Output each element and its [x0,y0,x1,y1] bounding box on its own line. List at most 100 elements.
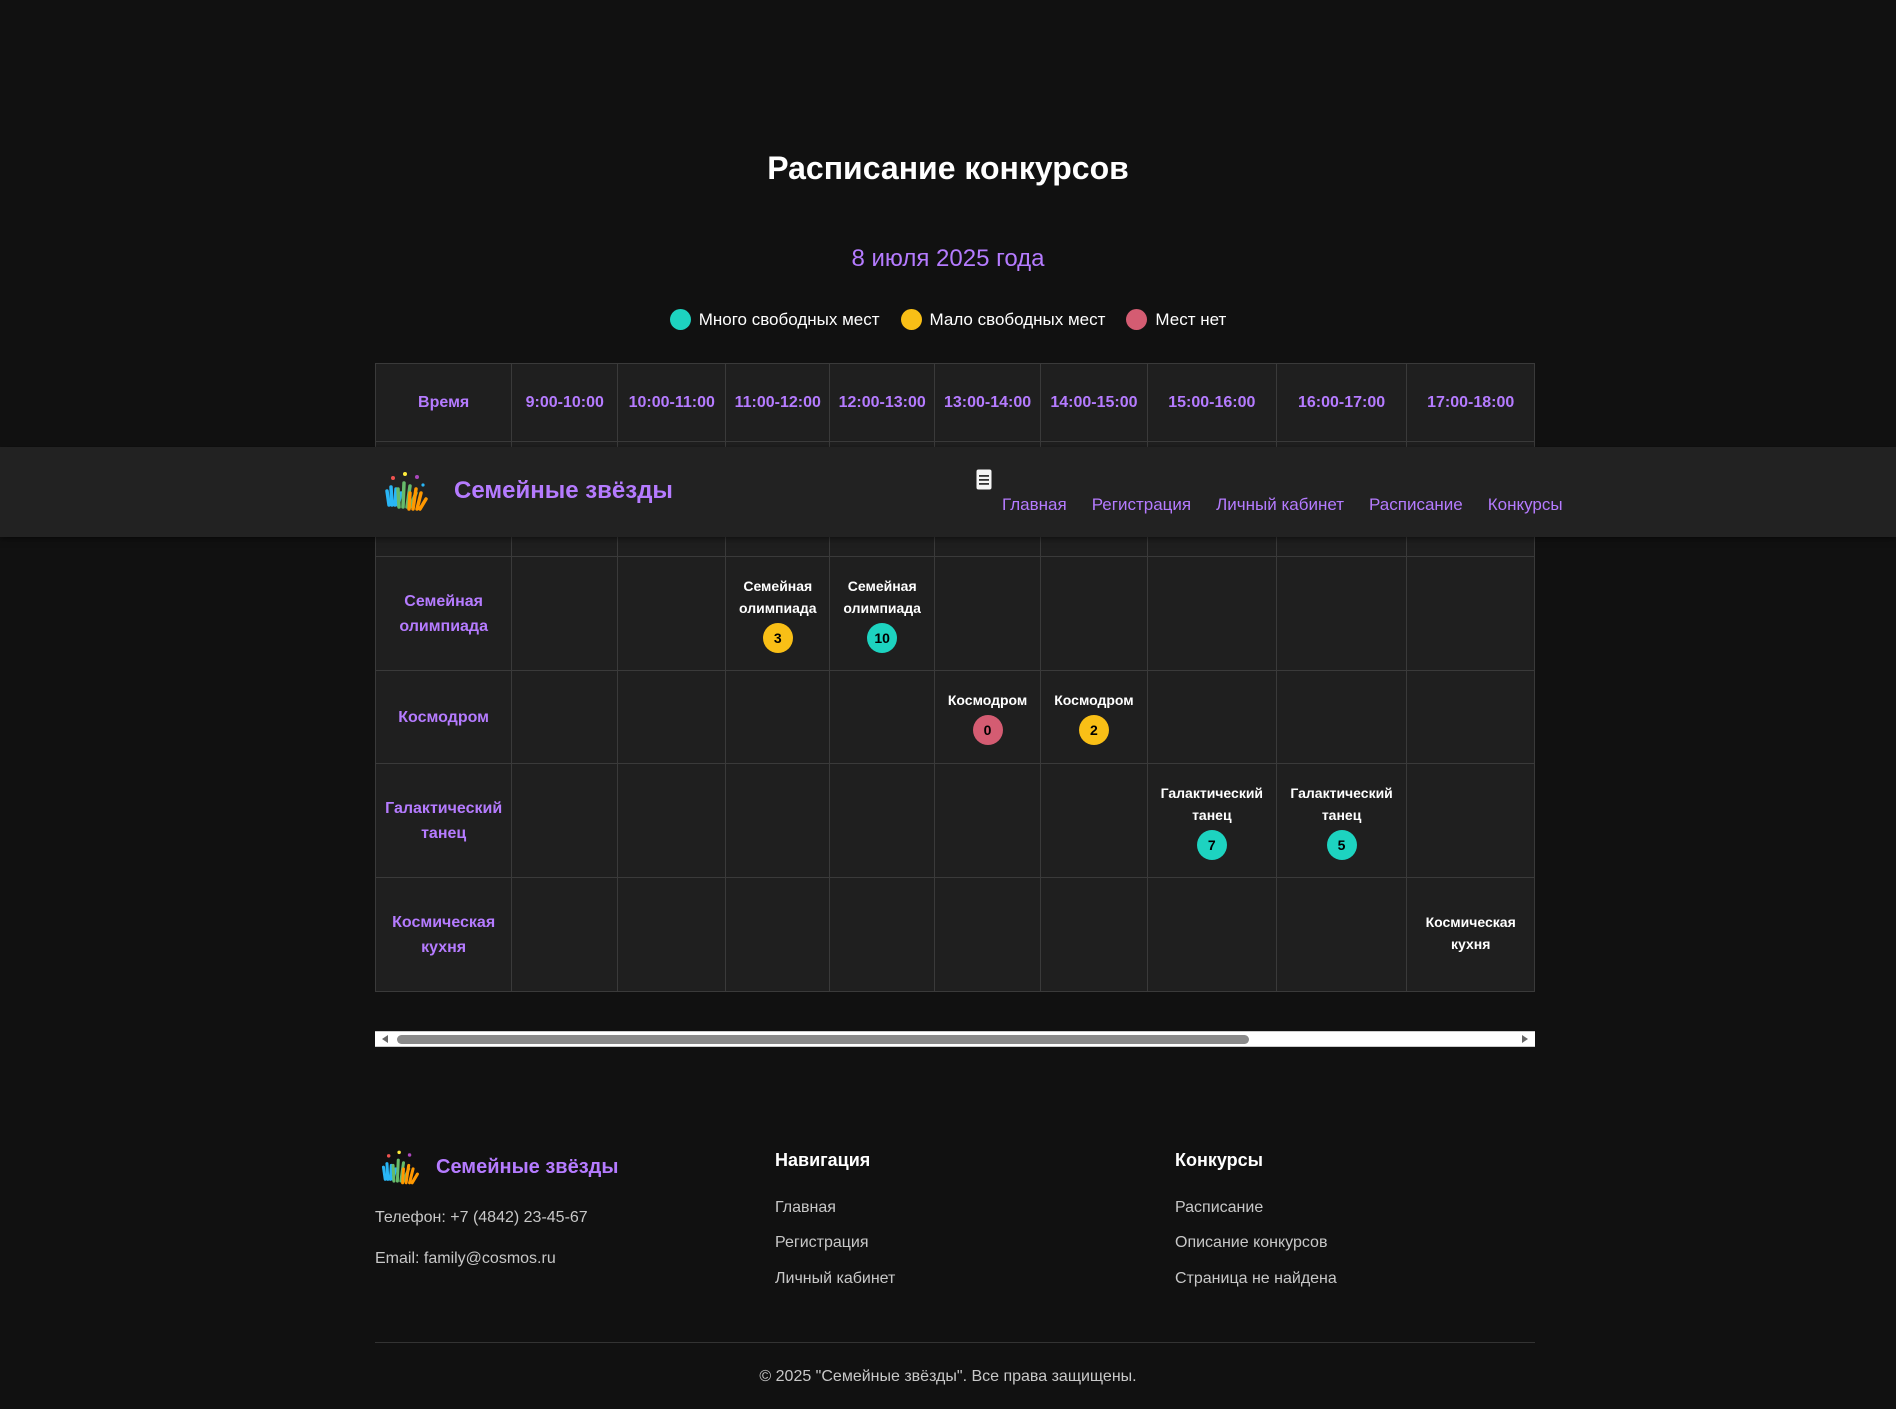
schedule-empty-cell [725,670,831,764]
time-slot-header: 14:00-15:00 [1040,363,1148,442]
event-name: Семейная олимпиада [843,577,921,616]
seats-badge: 7 [1196,829,1227,860]
page-title: Расписание конкурсов [767,150,1129,186]
time-slot-header: 13:00-14:00 [934,363,1042,442]
schedule-empty-cell [829,763,936,878]
schedule-empty-cell [1406,763,1535,878]
contest-row-header: Космическая кухня [375,877,513,992]
schedule-empty-cell [725,763,831,878]
seats-badge: 0 [972,715,1003,745]
footer-brand: Семейные звёзды [436,1156,619,1178]
event-name: Космодром [947,692,1028,708]
scroll-left-arrow-icon[interactable] [382,1035,388,1043]
schedule-event-cell[interactable]: Галактический танец 7 [1146,763,1277,878]
schedule-event-cell[interactable]: Семейная олимпиада 10 [829,556,936,671]
schedule-date: 8 июля 2025 года [851,245,1045,272]
event-name: Семейная олимпиада [738,577,817,616]
legend-label: Мало свободных мест [929,309,1106,329]
schedule-event-cell[interactable]: Космическая кухня [1406,877,1535,992]
copyright: © 2025 "Семейные звёзды". Все права защи… [759,1368,1137,1385]
schedule-empty-cell [934,763,1042,878]
table-row: Космическая кухня Космическая кухня [375,877,1535,992]
schedule-empty-cell [1146,556,1277,671]
schedule-empty-cell [511,670,619,764]
schedule-empty-cell [511,763,619,878]
footer-link-not-found[interactable]: Страница не найдена [1175,1270,1337,1288]
contest-row-header: Галактический танец [375,763,513,878]
footer-link-account[interactable]: Личный кабинет [775,1270,895,1288]
schedule-empty-cell [617,877,727,992]
footer-nav-heading: Навигация [775,1150,871,1170]
seats-badge: 5 [1326,829,1357,860]
nav-link-registration[interactable]: Регистрация [1092,495,1191,515]
contest-row-header: Космодром [375,670,513,764]
nav-link-home[interactable]: Главная [1002,495,1067,515]
legend-dot-few [900,309,922,330]
time-slot-header: 11:00-12:00 [725,363,831,442]
time-slot-header: 12:00-13:00 [829,363,936,442]
schedule-empty-cell [934,877,1042,992]
legend-item-few: Мало свободных мест [900,309,1106,330]
schedule-empty-cell [1146,877,1277,992]
schedule-empty-cell [725,877,831,992]
schedule-event-cell[interactable]: Космодром 0 [934,670,1042,764]
nav-link-account[interactable]: Личный кабинет [1216,495,1344,515]
schedule-empty-cell [829,877,936,992]
schedule-event-cell[interactable]: Галактический танец 5 [1275,763,1408,878]
schedule-empty-cell [1406,556,1535,671]
footer-contests-heading: Конкурсы [1175,1150,1264,1170]
schedule-empty-cell [1146,670,1277,764]
legend-item-many: Много свободных мест [669,309,880,330]
nav-link-schedule[interactable]: Расписание [1369,495,1463,515]
schedule-empty-cell [617,556,727,671]
schedule-empty-cell [511,877,619,992]
main-nav: Главная Регистрация Личный кабинет Распи… [1002,495,1563,515]
seats-badge: 3 [762,622,793,653]
legend-dot-many [669,309,691,330]
seats-badge: 2 [1078,715,1109,745]
schedule-empty-cell [829,670,936,764]
legend-item-none: Мест нет [1126,309,1226,330]
schedule-event-cell[interactable]: Космодром 2 [1040,670,1148,764]
footer-link-registration[interactable]: Регистрация [775,1234,869,1252]
table-row: Космодром Космодром 0 Космодром 2 [375,670,1535,764]
site-header: Семейные звёзды Главная Регистрация Личн… [0,447,1896,537]
document-icon[interactable] [976,469,992,490]
schedule-empty-cell [1275,670,1408,764]
schedule-empty-cell [511,556,619,671]
schedule-empty-cell [1040,556,1148,671]
footer-link-home[interactable]: Главная [775,1199,836,1217]
event-name: Галактический танец [1290,784,1393,823]
time-slot-header: 10:00-11:00 [617,363,727,442]
table-row: Галактический танец Галактический танец 7 Г… [375,763,1535,878]
schedule-empty-cell [1275,877,1408,992]
footer-email: Email: family@cosmos.ru [375,1250,556,1267]
legend-label: Много свободных мест [698,309,880,329]
time-slot-header: 15:00-16:00 [1146,363,1277,442]
schedule-empty-cell [1040,877,1148,992]
footer-link-schedule[interactable]: Расписание [1175,1199,1263,1217]
hands-logo-icon[interactable] [383,469,429,515]
table-row: Семейная олимпиада Семейная олимпиада 3 Сем… [375,556,1535,671]
site-brand[interactable]: Семейные звёзды [454,477,673,505]
schedule-empty-cell [1406,670,1535,764]
legend-dot-none [1126,309,1148,330]
scroll-right-arrow-icon[interactable] [1522,1035,1528,1043]
footer-divider [375,1342,1535,1343]
schedule-event-cell[interactable]: Семейная олимпиада 3 [725,556,831,671]
horizontal-scrollbar[interactable] [375,1031,1535,1047]
footer-link-contests-description[interactable]: Описание конкурсов [1175,1234,1327,1252]
nav-link-contests[interactable]: Конкурсы [1488,495,1563,515]
schedule-empty-cell [617,763,727,878]
event-name: Космическая кухня [1425,913,1516,952]
event-name: Космодром [1054,692,1134,708]
availability-legend: Много свободных мест Мало свободных мест… [0,309,1896,330]
scrollbar-thumb[interactable] [397,1035,1249,1044]
schedule-empty-cell [934,556,1042,671]
time-column-header: Время [375,363,513,442]
seats-badge: 10 [867,622,898,653]
event-name: Галактический танец [1160,784,1264,823]
footer-hands-logo-icon [381,1150,419,1185]
time-slot-header: 16:00-17:00 [1275,363,1408,442]
legend-label: Мест нет [1155,309,1227,329]
